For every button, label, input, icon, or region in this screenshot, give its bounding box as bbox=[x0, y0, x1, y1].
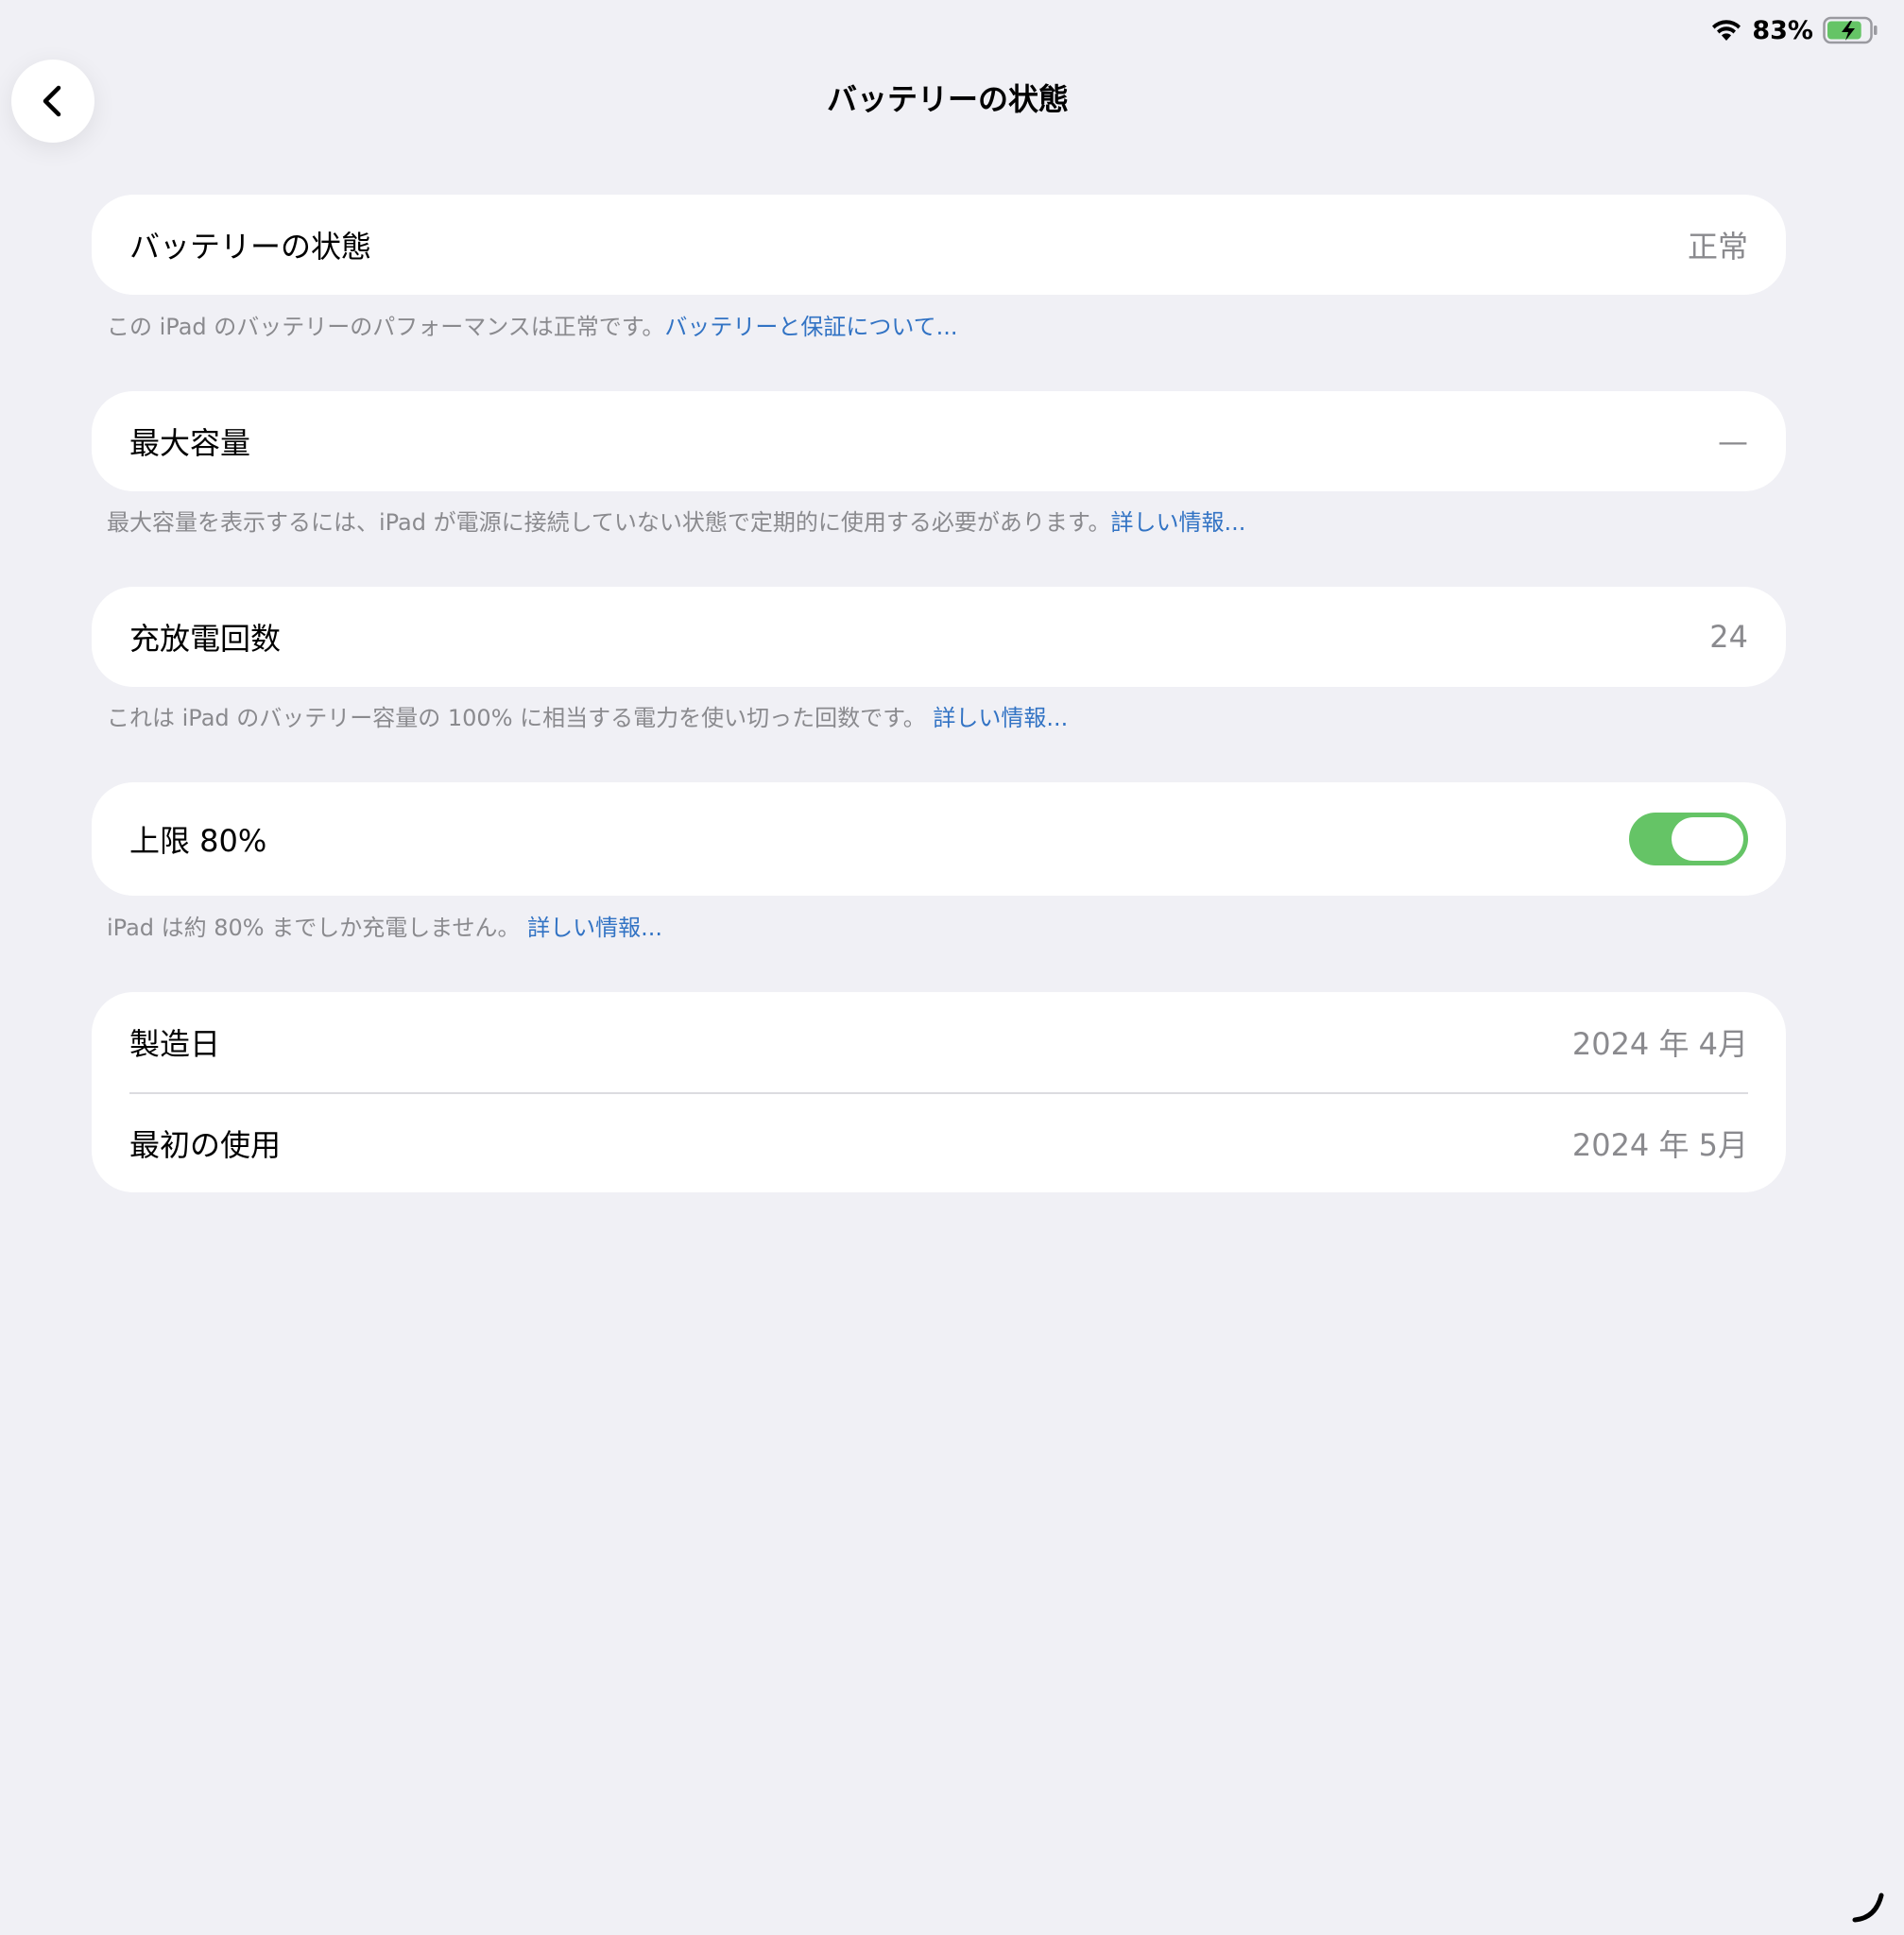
battery-health-value: 正常 bbox=[1687, 229, 1748, 265]
max-capacity-learn-more-link[interactable]: 詳しい情報... bbox=[1111, 509, 1246, 536]
cycle-count-footnote-text: これは iPad のバッテリー容量の 100% に相当する電力を使い切った回数で… bbox=[107, 705, 934, 731]
cycle-count-footnote: これは iPad のバッテリー容量の 100% に相当する電力を使い切った回数で… bbox=[107, 703, 1068, 733]
battery-health-row[interactable]: バッテリーの状態 正常 bbox=[92, 195, 1786, 295]
toggle-knob bbox=[1672, 817, 1743, 861]
max-capacity-group: 最大容量 — bbox=[92, 391, 1786, 491]
wifi-icon bbox=[1712, 20, 1741, 41]
dates-group: 製造日 2024 年 4月 最初の使用 2024 年 5月 bbox=[92, 992, 1786, 1192]
first-use-label: 最初の使用 bbox=[129, 1127, 282, 1163]
cycle-count-value: 24 bbox=[1709, 619, 1748, 655]
charge-limit-toggle[interactable] bbox=[1629, 813, 1748, 865]
max-capacity-footnote-text: 最大容量を表示するには、iPad が電源に接続していない状態で定期的に使用する必… bbox=[107, 509, 1111, 536]
max-capacity-row: 最大容量 — bbox=[92, 391, 1786, 491]
battery-charging-icon bbox=[1823, 16, 1878, 44]
manufacture-date-value: 2024 年 4月 bbox=[1571, 1026, 1748, 1062]
first-use-row: 最初の使用 2024 年 5月 bbox=[92, 1094, 1786, 1192]
charge-limit-footnote: iPad は約 80% までしか充電しません。 詳しい情報... bbox=[107, 913, 662, 943]
battery-health-label: バッテリーの状態 bbox=[129, 229, 372, 265]
cycle-count-label: 充放電回数 bbox=[129, 621, 282, 657]
battery-health-group: バッテリーの状態 正常 bbox=[92, 195, 1786, 295]
charge-limit-row: 上限 80% bbox=[92, 782, 1786, 896]
battery-percentage: 83% bbox=[1752, 15, 1813, 45]
cycle-count-group: 充放電回数 24 bbox=[92, 587, 1786, 687]
page-title: バッテリーの状態 bbox=[826, 81, 1069, 117]
battery-health-footnote-text: この iPad のバッテリーのパフォーマンスは正常です。 bbox=[107, 314, 665, 340]
charge-limit-learn-more-link[interactable]: 詳しい情報... bbox=[527, 915, 662, 941]
max-capacity-value: — bbox=[1718, 423, 1748, 459]
battery-health-footnote: この iPad のバッテリーのパフォーマンスは正常です。バッテリーと保証について… bbox=[107, 312, 958, 342]
manufacture-date-label: 製造日 bbox=[129, 1026, 221, 1062]
first-use-value: 2024 年 5月 bbox=[1571, 1127, 1748, 1163]
charge-limit-footnote-text: iPad は約 80% までしか充電しません。 bbox=[107, 915, 528, 941]
battery-warranty-link[interactable]: バッテリーと保証について... bbox=[664, 314, 957, 340]
cycle-count-row: 充放電回数 24 bbox=[92, 587, 1786, 687]
charge-limit-label: 上限 80% bbox=[129, 823, 267, 859]
max-capacity-label: 最大容量 bbox=[129, 425, 251, 461]
corner-resize-icon bbox=[1852, 1892, 1884, 1923]
cycle-count-learn-more-link[interactable]: 詳しい情報... bbox=[933, 705, 1068, 731]
manufacture-date-row: 製造日 2024 年 4月 bbox=[92, 992, 1786, 1092]
status-bar: 83% bbox=[1710, 13, 1878, 47]
max-capacity-footnote: 最大容量を表示するには、iPad が電源に接続していない状態で定期的に使用する必… bbox=[107, 507, 1245, 538]
charge-limit-group: 上限 80% bbox=[92, 782, 1786, 896]
